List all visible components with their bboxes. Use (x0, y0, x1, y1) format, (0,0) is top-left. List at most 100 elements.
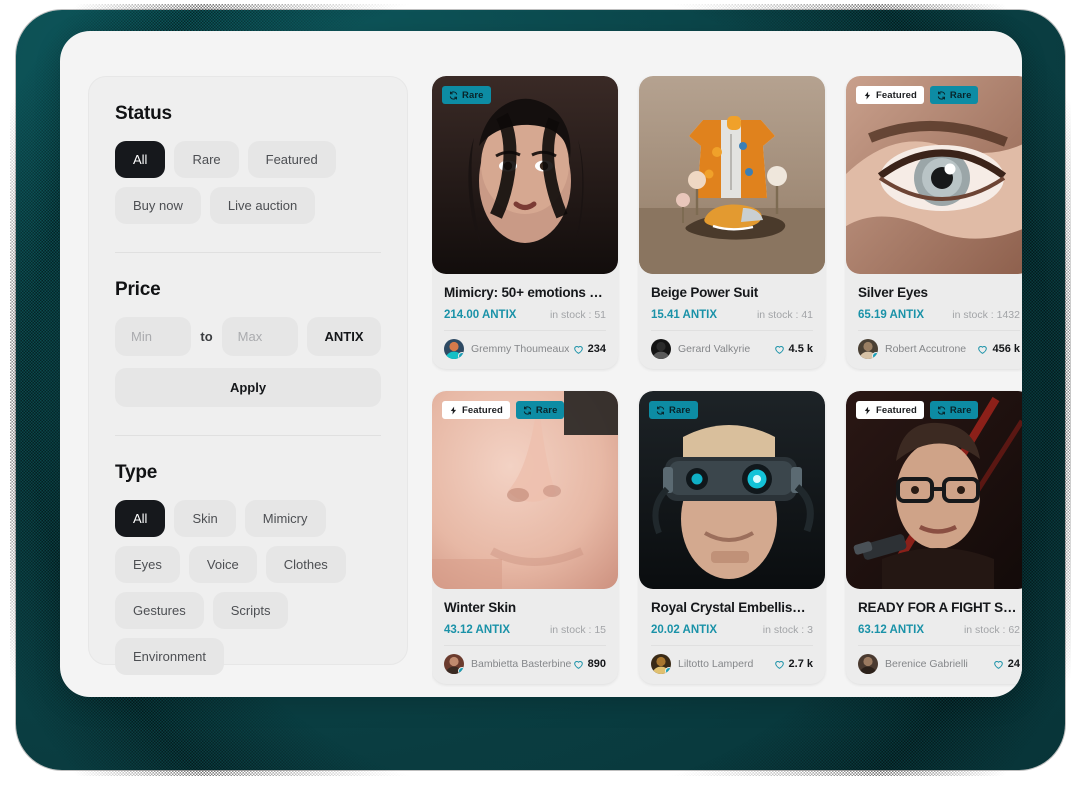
card-price: 214.00 ANTIX (444, 309, 517, 321)
card-author-name: Liltotto Lamperd (678, 658, 754, 670)
card-stock: in stock : 51 (549, 309, 606, 321)
status-chip-rare[interactable]: Rare (174, 141, 239, 178)
status-chip-featured[interactable]: Featured (247, 141, 336, 178)
refresh-icon (656, 405, 665, 415)
card-meta: 43.12 ANTIX in stock : 15 (444, 624, 606, 646)
lightning-bolt-icon (863, 406, 872, 415)
card-footer: Gremmy Thoumeaux 234 (432, 331, 618, 369)
price-max-input[interactable] (221, 317, 298, 356)
card-price: 15.41 ANTIX (651, 309, 718, 321)
nft-card[interactable]: Featured Rare Silver Eyes 65.19 ANTIX in sto… (846, 76, 1022, 369)
badge-label: Rare (949, 89, 972, 101)
lightning-bolt-icon (449, 406, 458, 415)
currency-selector-button[interactable]: ANTIX (307, 317, 381, 356)
nft-grid-region: Rare Mimicry: 50+ emotions for... 214.00 A… (432, 76, 1022, 697)
card-likes[interactable]: 890 (573, 658, 606, 670)
card-title: Royal Crystal Embellished B... (651, 600, 813, 615)
card-title: READY FOR A FIGHT SET N... (858, 600, 1020, 615)
nft-card[interactable]: Featured Rare READY FOR A FIGHT SET N... 63… (846, 391, 1022, 684)
price-min-input[interactable] (115, 317, 192, 356)
card-author-name: Berenice Gabrielli (885, 658, 968, 670)
divider-status-price (115, 252, 381, 253)
card-author[interactable]: Gerard Valkyrie (651, 339, 750, 359)
card-artwork[interactable] (639, 76, 825, 274)
card-author[interactable]: Robert Accutrone (858, 339, 966, 359)
heart-icon (573, 344, 584, 355)
card-likes-count: 2.7 k (788, 658, 813, 670)
type-chip-scripts[interactable]: Scripts (212, 592, 289, 629)
card-badges: Rare (649, 401, 698, 419)
status-chip-all[interactable]: All (115, 141, 166, 178)
price-range-row: to ANTIX (115, 317, 381, 356)
marketplace-content: Status All Rare Featured Buy now Live auctio… (60, 31, 1022, 697)
heart-icon (993, 659, 1004, 670)
card-author[interactable]: Gremmy Thoumeaux (444, 339, 569, 359)
screenshot-stage: Status All Rare Featured Buy now Live auctio… (0, 0, 1080, 789)
card-likes[interactable]: 4.5 k (774, 343, 813, 355)
heart-icon (573, 659, 584, 670)
badge-featured: Featured (442, 401, 510, 419)
price-to-label: to (200, 329, 213, 344)
verified-check-icon (665, 667, 671, 674)
card-author-name: Gremmy Thoumeaux (471, 343, 570, 355)
badge-label: Featured (462, 404, 503, 416)
card-likes[interactable]: 234 (573, 343, 606, 355)
divider-price-type (115, 435, 381, 436)
card-author-name: Gerard Valkyrie (678, 343, 751, 355)
card-body: Winter Skin 43.12 ANTIX in stock : 15 (432, 589, 618, 646)
filters-sidebar: Status All Rare Featured Buy now Live auctio… (88, 76, 408, 675)
nft-grid: Rare Mimicry: 50+ emotions for... 214.00 A… (432, 76, 1022, 684)
card-meta: 15.41 ANTIX in stock : 41 (651, 309, 813, 331)
nft-card[interactable]: Beige Power Suit 15.41 ANTIX in stock : 41… (639, 76, 825, 369)
badge-label: Featured (876, 89, 917, 101)
card-stock: in stock : 41 (756, 309, 813, 321)
status-chip-buy-now[interactable]: Buy now (115, 187, 201, 224)
avatar (858, 339, 878, 359)
card-footer: Gerard Valkyrie 4.5 k (639, 331, 825, 369)
refresh-icon (523, 405, 532, 415)
type-chip-voice[interactable]: Voice (188, 546, 257, 583)
card-footer: Liltotto Lamperd 2.7 k (639, 646, 825, 684)
badge-rare: Rare (515, 401, 565, 419)
card-price: 20.02 ANTIX (651, 624, 718, 636)
nft-card[interactable]: Featured Rare Winter Skin 43.12 ANTIX in sto… (432, 391, 618, 684)
card-footer: Robert Accutrone 456 k (846, 331, 1022, 369)
card-author-name: Bambietta Basterbine (471, 658, 572, 670)
type-chip-skin[interactable]: Skin (174, 500, 236, 537)
nft-card[interactable]: Rare Mimicry: 50+ emotions for... 214.00 A… (432, 76, 618, 369)
avatar (444, 339, 464, 359)
type-chip-eyes[interactable]: Eyes (115, 546, 180, 583)
nft-card[interactable]: Rare Royal Crystal Embellished B... 20.02 … (639, 391, 825, 684)
card-likes[interactable]: 456 k (977, 343, 1020, 355)
card-author[interactable]: Berenice Gabrielli (858, 654, 968, 674)
card-artwork[interactable]: Rare (639, 391, 825, 589)
card-title: Silver Eyes (858, 285, 928, 300)
heart-icon (977, 344, 988, 355)
card-likes-count: 234 (587, 343, 606, 355)
card-stock: in stock : 62 (963, 624, 1020, 636)
price-filter-section: Price to ANTIX Apply (115, 279, 381, 407)
card-artwork[interactable]: Rare (432, 76, 618, 274)
type-chip-mimicry[interactable]: Mimicry (244, 500, 326, 537)
card-artwork[interactable]: Featured Rare (846, 391, 1022, 589)
card-likes[interactable]: 2.7 k (774, 658, 813, 670)
avatar (444, 654, 464, 674)
card-price: 65.19 ANTIX (858, 309, 925, 321)
card-artwork[interactable]: Featured Rare (846, 76, 1022, 274)
type-chip-environment[interactable]: Environment (115, 638, 224, 675)
card-author[interactable]: Bambietta Basterbine (444, 654, 571, 674)
apply-filters-button[interactable]: Apply (115, 368, 381, 407)
card-author[interactable]: Liltotto Lamperd (651, 654, 753, 674)
badge-rare: Rare (929, 401, 979, 419)
badge-featured: Featured (856, 86, 924, 104)
badge-rare: Rare (929, 86, 979, 104)
verified-check-icon (458, 352, 464, 359)
card-likes[interactable]: 24 (993, 658, 1020, 670)
type-chip-clothes[interactable]: Clothes (265, 546, 346, 583)
badge-label: Rare (462, 89, 484, 101)
type-chip-gestures[interactable]: Gestures (115, 592, 204, 629)
status-chip-live-auction[interactable]: Live auction (209, 187, 316, 224)
card-artwork[interactable]: Featured Rare (432, 391, 618, 589)
type-chip-all[interactable]: All (115, 500, 166, 537)
card-price: 43.12 ANTIX (444, 624, 511, 636)
